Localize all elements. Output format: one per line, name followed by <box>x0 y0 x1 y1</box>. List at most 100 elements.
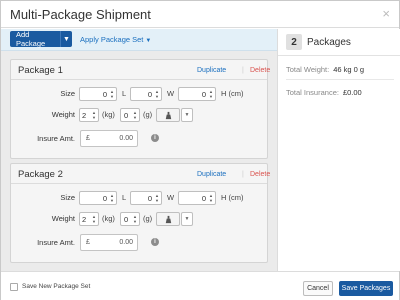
divider <box>11 79 267 80</box>
size-label: Size <box>60 193 75 202</box>
apply-package-set-label: Apply Package Set <box>80 35 144 44</box>
weight-label: Weight <box>51 110 75 119</box>
total-insurance-value: £0.00 <box>342 88 362 97</box>
insure-label: Insure Amt. <box>37 238 75 247</box>
scale-button[interactable] <box>156 108 180 122</box>
delete-link[interactable]: Delete <box>250 67 270 74</box>
stepper-icon[interactable]: ▲ ▼ <box>133 214 137 224</box>
insure-amount-value: 0.00 <box>119 135 133 142</box>
height-input[interactable]: 0 ▲ ▼ <box>178 87 216 101</box>
weight-g-value: 0 <box>124 215 129 224</box>
height-value: 0 <box>201 90 206 99</box>
height-unit: H (cm) <box>221 193 244 202</box>
link-separator: | <box>242 67 244 74</box>
packages-toolbar: Add Package ▼ Apply Package Set ▼ <box>1 29 277 51</box>
weight-kg-input[interactable]: 2 ▲ ▼ <box>79 212 99 226</box>
weight-g-input[interactable]: 0 ▲ ▼ <box>120 212 140 226</box>
save-package-set-label[interactable]: Save New Package Set <box>22 283 90 290</box>
duplicate-link[interactable]: Duplicate <box>197 171 226 178</box>
currency-symbol: £ <box>86 239 90 246</box>
divider <box>11 183 267 184</box>
stepper-icon[interactable]: ▲ ▼ <box>110 193 114 203</box>
save-package-set-checkbox[interactable] <box>10 283 18 291</box>
currency-symbol: £ <box>86 135 90 142</box>
add-package-button[interactable]: Add Package ▼ <box>10 30 72 48</box>
divider <box>286 79 394 80</box>
width-unit: W <box>167 89 175 98</box>
stepper-icon[interactable]: ▲ ▼ <box>209 89 213 99</box>
divider <box>278 55 400 56</box>
scale-button[interactable] <box>156 212 180 226</box>
kg-unit: (kg) <box>102 214 115 223</box>
length-input[interactable]: 0 ▲ ▼ <box>79 87 117 101</box>
scale-dropdown[interactable]: ▼ <box>181 212 193 226</box>
insure-amount-value: 0.00 <box>119 239 133 246</box>
stepper-icon[interactable]: ▲ ▼ <box>133 110 137 120</box>
caret-down-icon: ▼ <box>145 38 152 44</box>
weight-label: Weight <box>51 214 75 223</box>
summary-pane: 2 Packages Total Weight: 46 kg 0 g Total … <box>277 29 400 271</box>
width-input[interactable]: 0 ▲ ▼ <box>130 191 162 205</box>
duplicate-link[interactable]: Duplicate <box>197 67 226 74</box>
chevron-down-icon[interactable]: ▼ <box>60 31 72 47</box>
save-packages-button[interactable]: Save Packages <box>339 281 393 296</box>
height-input[interactable]: 0 ▲ ▼ <box>178 191 216 205</box>
close-icon[interactable]: × <box>382 6 390 21</box>
length-value: 0 <box>102 194 107 203</box>
caret-down-icon: ▼ <box>184 216 190 222</box>
stepper-icon[interactable]: ▲ ▼ <box>155 89 159 99</box>
weight-kg-value: 2 <box>82 215 87 224</box>
cancel-button[interactable]: Cancel <box>303 281 333 296</box>
height-unit: H (cm) <box>221 89 244 98</box>
weight-g-value: 0 <box>124 111 129 120</box>
package-count-badge: 2 <box>286 34 302 50</box>
stepper-icon[interactable]: ▲ ▼ <box>92 214 96 224</box>
dialog-header: Multi-Package Shipment × <box>1 1 399 28</box>
length-unit: L <box>122 89 127 98</box>
multi-package-dialog: Multi-Package Shipment × Add Package ▼ A… <box>0 0 400 300</box>
stepper-icon[interactable]: ▲ ▼ <box>92 110 96 120</box>
total-weight-row: Total Weight: 46 kg 0 g <box>286 65 364 74</box>
total-weight-value: 46 kg 0 g <box>333 65 365 74</box>
total-insurance-label: Total Insurance: <box>286 88 339 97</box>
link-separator: | <box>242 171 244 178</box>
width-value: 0 <box>147 194 152 203</box>
weight-kg-input[interactable]: 2 ▲ ▼ <box>79 108 99 122</box>
stepper-icon[interactable]: ▲ ▼ <box>209 193 213 203</box>
length-input[interactable]: 0 ▲ ▼ <box>79 191 117 205</box>
scale-icon <box>165 111 171 119</box>
package-card: Package 2 Duplicate | Delete Size 0 ▲ ▼ L… <box>10 163 270 263</box>
insure-label: Insure Amt. <box>37 134 75 143</box>
dialog-title: Multi-Package Shipment <box>10 7 151 22</box>
scale-dropdown[interactable]: ▼ <box>181 108 193 122</box>
stepper-icon[interactable]: ▲ ▼ <box>110 89 114 99</box>
height-value: 0 <box>201 194 206 203</box>
total-insurance-row: Total Insurance: £0.00 <box>286 88 362 97</box>
package-count-label: Packages <box>307 37 351 48</box>
g-unit: (g) <box>143 110 153 119</box>
scale-icon <box>165 215 171 223</box>
packages-pane: Add Package ▼ Apply Package Set ▼ Package… <box>1 29 277 271</box>
add-package-label: Add Package <box>16 30 46 48</box>
length-unit: L <box>122 193 127 202</box>
weight-kg-value: 2 <box>82 111 87 120</box>
width-input[interactable]: 0 ▲ ▼ <box>130 87 162 101</box>
length-value: 0 <box>102 90 107 99</box>
width-value: 0 <box>147 90 152 99</box>
insure-amount-input[interactable]: £ 0.00 <box>80 130 138 147</box>
info-icon[interactable]: i <box>151 134 159 142</box>
stepper-icon[interactable]: ▲ ▼ <box>155 193 159 203</box>
dialog-footer: Save New Package Set Cancel Save Package… <box>1 271 399 300</box>
package-title: Package 1 <box>18 65 63 76</box>
weight-g-input[interactable]: 0 ▲ ▼ <box>120 108 140 122</box>
width-unit: W <box>167 193 175 202</box>
package-card: Package 1 Duplicate | Delete Size 0 ▲ ▼ L… <box>10 59 270 159</box>
insure-amount-input[interactable]: £ 0.00 <box>80 234 138 251</box>
info-icon[interactable]: i <box>151 238 159 246</box>
kg-unit: (kg) <box>102 110 115 119</box>
size-label: Size <box>60 89 75 98</box>
g-unit: (g) <box>143 214 153 223</box>
delete-link[interactable]: Delete <box>250 171 270 178</box>
package-title: Package 2 <box>18 169 63 180</box>
apply-package-set-dropdown[interactable]: Apply Package Set ▼ <box>80 35 151 44</box>
